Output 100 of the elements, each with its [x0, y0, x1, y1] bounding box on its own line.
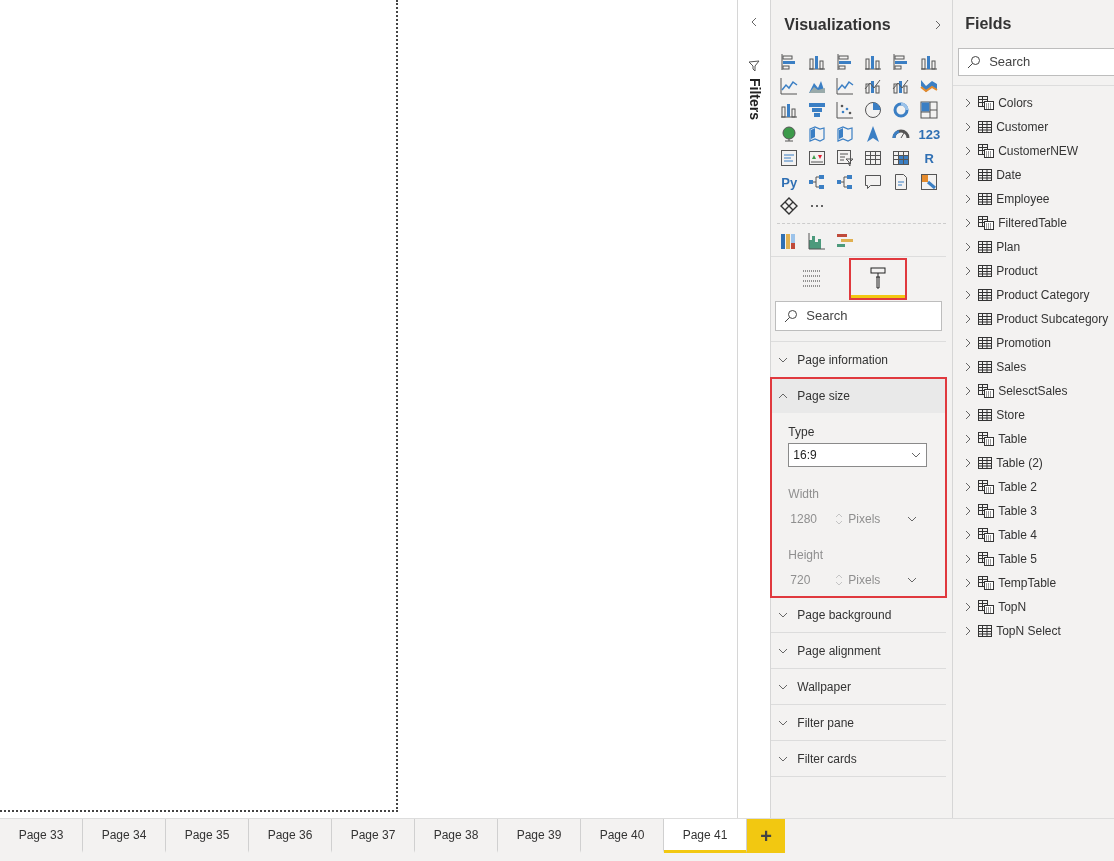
field-table-item[interactable]: Date	[962, 163, 1114, 187]
add-page-button[interactable]: +	[747, 819, 785, 853]
calculated-table-icon	[978, 576, 995, 590]
fields-grid-icon	[802, 268, 823, 287]
filters-pane-title[interactable]: Filters	[743, 78, 765, 120]
tree-icon[interactable]	[808, 173, 827, 191]
histogram-icon[interactable]	[808, 232, 827, 250]
field-table-item[interactable]: Promotion	[962, 331, 1114, 355]
calculated-table-icon	[978, 96, 995, 110]
pane-title: Visualizations	[784, 15, 891, 35]
section-header[interactable]: Page size	[771, 378, 947, 413]
search-icon	[967, 55, 982, 69]
field-table-item[interactable]: FilteredTable	[962, 211, 1114, 235]
format-tab[interactable]	[851, 260, 906, 298]
section-header[interactable]: Page information	[771, 342, 947, 377]
field-table-item[interactable]: Plan	[962, 235, 1114, 259]
field-table-item[interactable]: TopN Select	[962, 619, 1114, 643]
field-table-item[interactable]: Employee	[962, 187, 1114, 211]
field-table-item[interactable]: Colors	[962, 91, 1114, 115]
treemap-icon[interactable]	[920, 101, 939, 119]
search-field[interactable]: Search	[958, 48, 1114, 76]
table-icon	[978, 409, 993, 421]
page-tab[interactable]: Page 34	[83, 819, 166, 853]
page-tab[interactable]: Page 33	[0, 819, 83, 853]
type-dropdown[interactable]: 16:9	[788, 443, 928, 467]
page-tab[interactable]: Page 41	[664, 819, 747, 853]
field-table-item[interactable]: Table 3	[962, 499, 1114, 523]
globe-icon[interactable]	[780, 125, 799, 143]
page-tab[interactable]: Page 36	[249, 819, 332, 853]
section-header[interactable]: Filter pane	[771, 705, 947, 740]
table-icon[interactable]	[864, 149, 883, 167]
scatter-chart-icon[interactable]	[836, 101, 855, 119]
field-table-item[interactable]: Table	[962, 427, 1114, 451]
calculated-table-icon	[978, 528, 995, 542]
visual-type-label[interactable]: Py	[780, 173, 799, 191]
table-icon	[978, 121, 993, 133]
pie-chart-icon[interactable]	[864, 101, 883, 119]
donut-chart-icon[interactable]	[892, 101, 911, 119]
calculated-table-icon	[978, 216, 995, 230]
field-table-item[interactable]: Product Subcategory	[962, 307, 1114, 331]
field-table-item[interactable]: Store	[962, 403, 1114, 427]
calculated-table-icon	[978, 384, 995, 398]
section-header[interactable]: Filter cards	[771, 741, 947, 776]
field-table-item[interactable]: Sales	[962, 355, 1114, 379]
field-table-item[interactable]: Table 4	[962, 523, 1114, 547]
field-table-item[interactable]: TopN	[962, 595, 1114, 619]
multi-row-card-icon[interactable]	[780, 149, 799, 167]
speech-bubble-icon[interactable]	[864, 173, 883, 191]
page-tab[interactable]: Page 39	[498, 819, 581, 853]
column-chart-icon[interactable]	[780, 101, 799, 119]
field-table-item[interactable]: TempTable	[962, 571, 1114, 595]
page-tab[interactable]: Page 38	[415, 819, 498, 853]
calculated-table-icon	[978, 600, 995, 614]
table-icon	[978, 193, 993, 205]
column-chart-icon[interactable]	[808, 53, 827, 71]
field-label: Type	[788, 424, 816, 441]
search-field[interactable]: Search	[775, 301, 943, 331]
calculated-table-icon	[978, 144, 995, 158]
slicer-icon[interactable]	[836, 149, 855, 167]
combo-chart-icon[interactable]	[892, 77, 911, 95]
field-table-item[interactable]: Product Category	[962, 283, 1114, 307]
page-tab[interactable]: Page 37	[332, 819, 415, 853]
table-icon	[978, 337, 993, 349]
matrix-icon[interactable]	[892, 149, 911, 167]
tree-icon[interactable]	[836, 173, 855, 191]
column-chart-icon[interactable]	[920, 53, 939, 71]
visual-type-label[interactable]: R	[920, 149, 939, 167]
field-table-item[interactable]: Table (2)	[962, 451, 1114, 475]
table-icon	[978, 457, 993, 469]
column-chart-icon[interactable]	[864, 53, 883, 71]
section-header[interactable]: Page background	[771, 597, 947, 632]
table-icon	[978, 265, 993, 277]
calculated-table-icon	[978, 504, 995, 518]
field-table-item[interactable]: Table 5	[962, 547, 1114, 571]
diamond-icon[interactable]	[780, 197, 799, 215]
field-table-item[interactable]: Product	[962, 259, 1114, 283]
page-tab[interactable]: Page 35	[166, 819, 249, 853]
combo-chart-icon[interactable]	[864, 77, 883, 95]
table-icon	[978, 361, 993, 373]
calculated-table-icon	[978, 480, 995, 494]
line-chart-icon[interactable]	[836, 77, 855, 95]
visual-type-label[interactable]: 123	[920, 125, 939, 143]
map-icon[interactable]	[808, 125, 827, 143]
table-icon	[978, 625, 993, 637]
section-header[interactable]: Page alignment	[771, 633, 947, 668]
table-icon	[978, 313, 993, 325]
table-icon	[978, 169, 993, 181]
field-table-item[interactable]: SelesctSales	[962, 379, 1114, 403]
search-icon	[784, 309, 799, 323]
calculated-table-icon	[978, 552, 995, 566]
field-table-item[interactable]: CustomerNEW	[962, 139, 1114, 163]
filter-icon	[748, 60, 761, 72]
map-icon[interactable]	[836, 125, 855, 143]
section-header[interactable]: Wallpaper	[771, 669, 947, 704]
gantt-chart-icon[interactable]	[836, 232, 855, 250]
kpi-icon[interactable]	[808, 149, 827, 167]
funnel-chart-icon[interactable]	[808, 101, 827, 119]
line-chart-icon[interactable]	[780, 77, 799, 95]
field-table-item[interactable]: Table 2	[962, 475, 1114, 499]
field-table-item[interactable]: Customer	[962, 115, 1114, 139]
